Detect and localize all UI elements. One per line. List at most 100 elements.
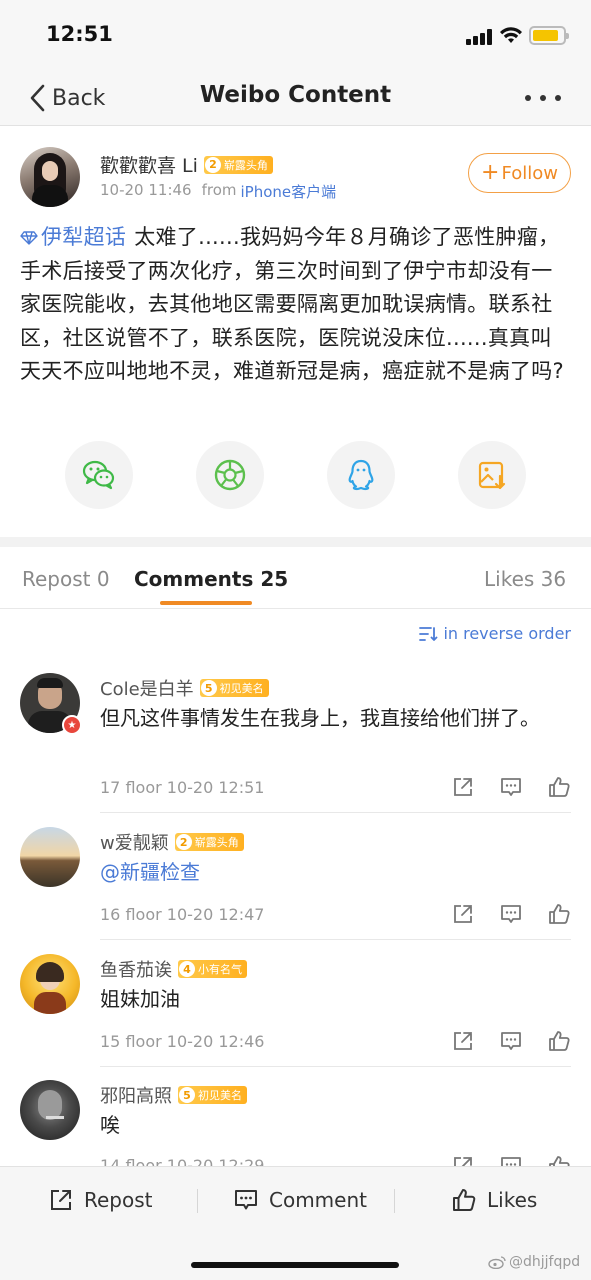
- commenter-avatar[interactable]: [20, 827, 80, 887]
- comment-time: 10-20 12:46: [166, 1032, 265, 1051]
- tab-likes-count: 36: [540, 567, 567, 591]
- commenter-name-row: 邪阳高照 5 初见美名: [100, 1082, 247, 1108]
- share-qq-button[interactable]: [327, 441, 395, 509]
- post-time: 10-20 11:46: [100, 181, 192, 199]
- tab-repost-label: Repost: [22, 567, 91, 591]
- weibo-logo-icon: [488, 1256, 506, 1269]
- badge-level: 2: [175, 834, 192, 850]
- back-button[interactable]: Back: [28, 80, 105, 116]
- comment-item: 邪阳高照 5 初见美名 唉 14 floor 10-20 12:29: [0, 1080, 591, 1166]
- share-comment-button[interactable]: [451, 902, 475, 926]
- sort-order-button[interactable]: in reverse order: [418, 624, 571, 643]
- share-arrow-icon: [454, 1032, 472, 1050]
- share-moments-button[interactable]: [196, 441, 264, 509]
- tab-comments[interactable]: Comments 25: [134, 567, 288, 591]
- share-comment-button[interactable]: [451, 1154, 475, 1166]
- active-tab-indicator: [160, 601, 252, 605]
- fan-level-badge[interactable]: 2 崭露头角: [174, 833, 244, 851]
- save-image-icon: [478, 461, 506, 490]
- more-options-button[interactable]: [525, 90, 561, 106]
- dot-icon: [555, 95, 561, 101]
- dot-icon: [540, 95, 546, 101]
- share-comment-button[interactable]: [451, 1029, 475, 1053]
- fan-level-badge[interactable]: 4 小有名气: [178, 960, 247, 978]
- like-comment-button[interactable]: [547, 1154, 571, 1166]
- chevron-left-icon: [30, 84, 45, 112]
- thumbs-up-icon: [549, 1156, 570, 1166]
- comment-time: 10-20 12:47: [166, 905, 265, 924]
- mention-link[interactable]: @新疆检查: [100, 860, 200, 884]
- comment-floor: 16 floor: [100, 905, 162, 924]
- reply-comment-button[interactable]: [499, 1029, 523, 1053]
- navigation-bar: Back Weibo Content: [0, 70, 591, 126]
- badge-label: 初见美名: [198, 1089, 242, 1102]
- comment-time: 10-20 12:29: [166, 1156, 265, 1166]
- fan-level-badge[interactable]: 5 初见美名: [199, 679, 269, 697]
- badge-label: 崭露头角: [194, 836, 239, 849]
- post-content: 伊犁超话 太难了......我妈妈今年８月确诊了恶性肿瘤，手术后接受了两次化疗，第…: [20, 221, 566, 389]
- commenter-name[interactable]: 邪阳高照: [100, 1082, 172, 1108]
- comment-label: Comment: [269, 1188, 367, 1212]
- status-bar: 12:51: [0, 0, 591, 70]
- interaction-tabs: Repost 0 Comments 25 Likes 36: [0, 547, 591, 609]
- reply-comment-button[interactable]: [499, 1154, 523, 1166]
- tab-likes[interactable]: Likes 36: [484, 567, 566, 591]
- author-avatar[interactable]: [20, 147, 80, 207]
- repost-button[interactable]: Repost: [48, 1187, 153, 1213]
- like-button[interactable]: Likes: [451, 1187, 537, 1213]
- share-comment-button[interactable]: [451, 775, 475, 799]
- thumbs-up-icon: [549, 904, 570, 924]
- comment-bubble-icon: [501, 1032, 521, 1050]
- comment-actions: [427, 902, 571, 926]
- comment-text: @新疆检查: [100, 857, 565, 888]
- comment-floor: 15 floor: [100, 1032, 162, 1051]
- post-source[interactable]: iPhone客户端: [241, 181, 337, 202]
- repost-icon: [51, 1190, 71, 1210]
- author-name[interactable]: 歡歡歡喜 Li: [100, 151, 198, 178]
- back-label: Back: [52, 85, 106, 111]
- comment-floor: 14 floor: [100, 1156, 162, 1166]
- save-image-button[interactable]: [458, 441, 526, 509]
- diamond-icon: [20, 231, 38, 245]
- comment-bubble-icon: [501, 905, 521, 923]
- commenter-avatar[interactable]: [20, 1080, 80, 1140]
- commenter-name[interactable]: w爱靓颖: [100, 829, 169, 855]
- section-divider: [0, 537, 591, 547]
- comment-text: 姐妹加油: [100, 987, 180, 1011]
- wifi-icon: [500, 27, 522, 43]
- comment-floor: 17 floor: [100, 778, 162, 797]
- post-card: 歡歡歡喜 Li 2 崭露头角 10-20 11:46 from iPhone客户…: [0, 127, 591, 537]
- commenter-name[interactable]: 鱼香茄诶: [100, 956, 172, 982]
- weibo-content-page: 12:51 Back Weibo Content 歡歡歡喜 Li 2 崭露头角 …: [0, 0, 591, 1280]
- thumbs-up-icon: [549, 777, 570, 797]
- follow-button[interactable]: + Follow: [468, 153, 571, 193]
- post-meta: 10-20 11:46 from iPhone客户端: [100, 181, 336, 202]
- comment-icon: [235, 1190, 257, 1210]
- share-wechat-button[interactable]: [65, 441, 133, 509]
- tab-repost-count: 0: [96, 567, 110, 591]
- tab-repost[interactable]: Repost 0: [22, 567, 110, 591]
- fan-level-badge[interactable]: 5 初见美名: [178, 1086, 247, 1104]
- verified-star-icon: ★: [62, 715, 82, 735]
- commenter-name[interactable]: Cole是白羊: [100, 675, 194, 701]
- commenter-name-row: 鱼香茄诶 4 小有名气: [100, 956, 247, 982]
- share-row: [0, 441, 591, 511]
- badge-level: 2: [204, 156, 221, 173]
- like-comment-button[interactable]: [547, 1029, 571, 1053]
- reply-comment-button[interactable]: [499, 902, 523, 926]
- reply-comment-button[interactable]: [499, 775, 523, 799]
- cellular-signal-icon: [466, 29, 494, 45]
- commenter-avatar[interactable]: [20, 954, 80, 1014]
- share-arrow-icon: [454, 778, 472, 796]
- battery-icon: [529, 26, 569, 45]
- comment-button[interactable]: Comment: [233, 1187, 367, 1213]
- fan-level-badge[interactable]: 2 崭露头角: [203, 155, 273, 174]
- super-topic-link[interactable]: 伊犁超话: [20, 225, 126, 249]
- comment-divider: [100, 939, 571, 940]
- like-comment-button[interactable]: [547, 775, 571, 799]
- home-indicator[interactable]: [191, 1262, 399, 1268]
- comment-footer: 15 floor 10-20 12:46: [100, 1032, 264, 1051]
- comment-divider: [100, 1066, 571, 1067]
- like-comment-button[interactable]: [547, 902, 571, 926]
- qq-icon: [348, 459, 374, 491]
